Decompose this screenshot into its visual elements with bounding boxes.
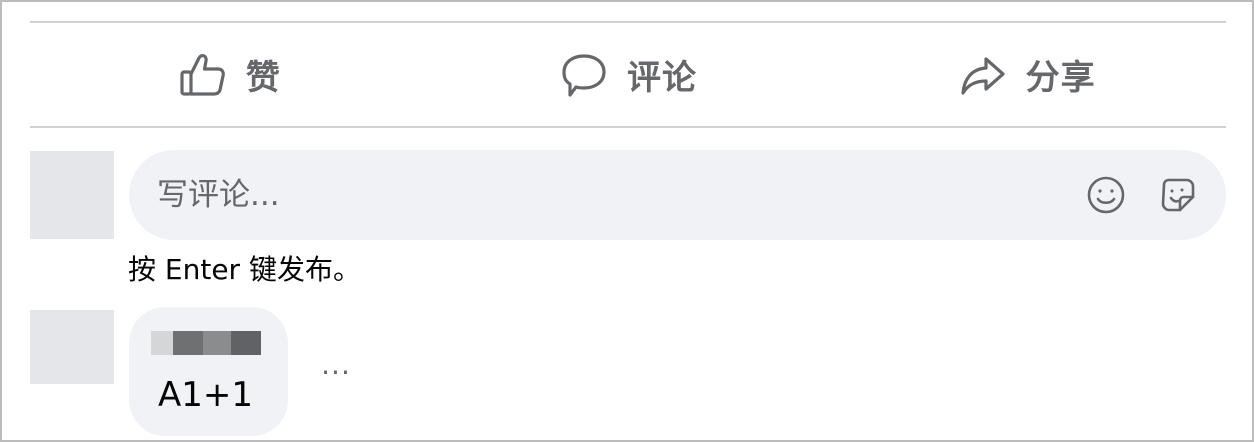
thumbs-up-icon — [178, 50, 228, 100]
divider-bottom — [30, 126, 1226, 128]
commenter-avatar[interactable] — [30, 310, 114, 384]
comment-input[interactable] — [157, 177, 1084, 213]
like-label: 赞 — [245, 58, 281, 98]
smiley-icon[interactable] — [1084, 173, 1128, 217]
commenter-name-redacted[interactable] — [151, 331, 261, 355]
comment-text: A1+1 — [158, 375, 254, 415]
share-label: 分享 — [1025, 58, 1096, 98]
comment-label: 评论 — [627, 58, 697, 98]
speech-bubble-icon — [559, 50, 609, 100]
comment-composer — [129, 150, 1226, 240]
share-arrow-icon — [958, 50, 1008, 100]
comment-button[interactable]: 评论 — [429, 23, 828, 126]
post-hint: 按 Enter 键发布。 — [128, 253, 361, 286]
composer-icons — [1084, 173, 1200, 217]
sticker-icon[interactable] — [1156, 173, 1200, 217]
like-button[interactable]: 赞 — [30, 23, 429, 126]
current-user-avatar[interactable] — [30, 151, 114, 239]
comment-more-button[interactable]: ··· — [314, 354, 358, 390]
post-action-bar: 赞 评论 分享 — [30, 23, 1226, 126]
share-button[interactable]: 分享 — [827, 23, 1226, 126]
comment-bubble: A1+1 — [129, 307, 288, 436]
